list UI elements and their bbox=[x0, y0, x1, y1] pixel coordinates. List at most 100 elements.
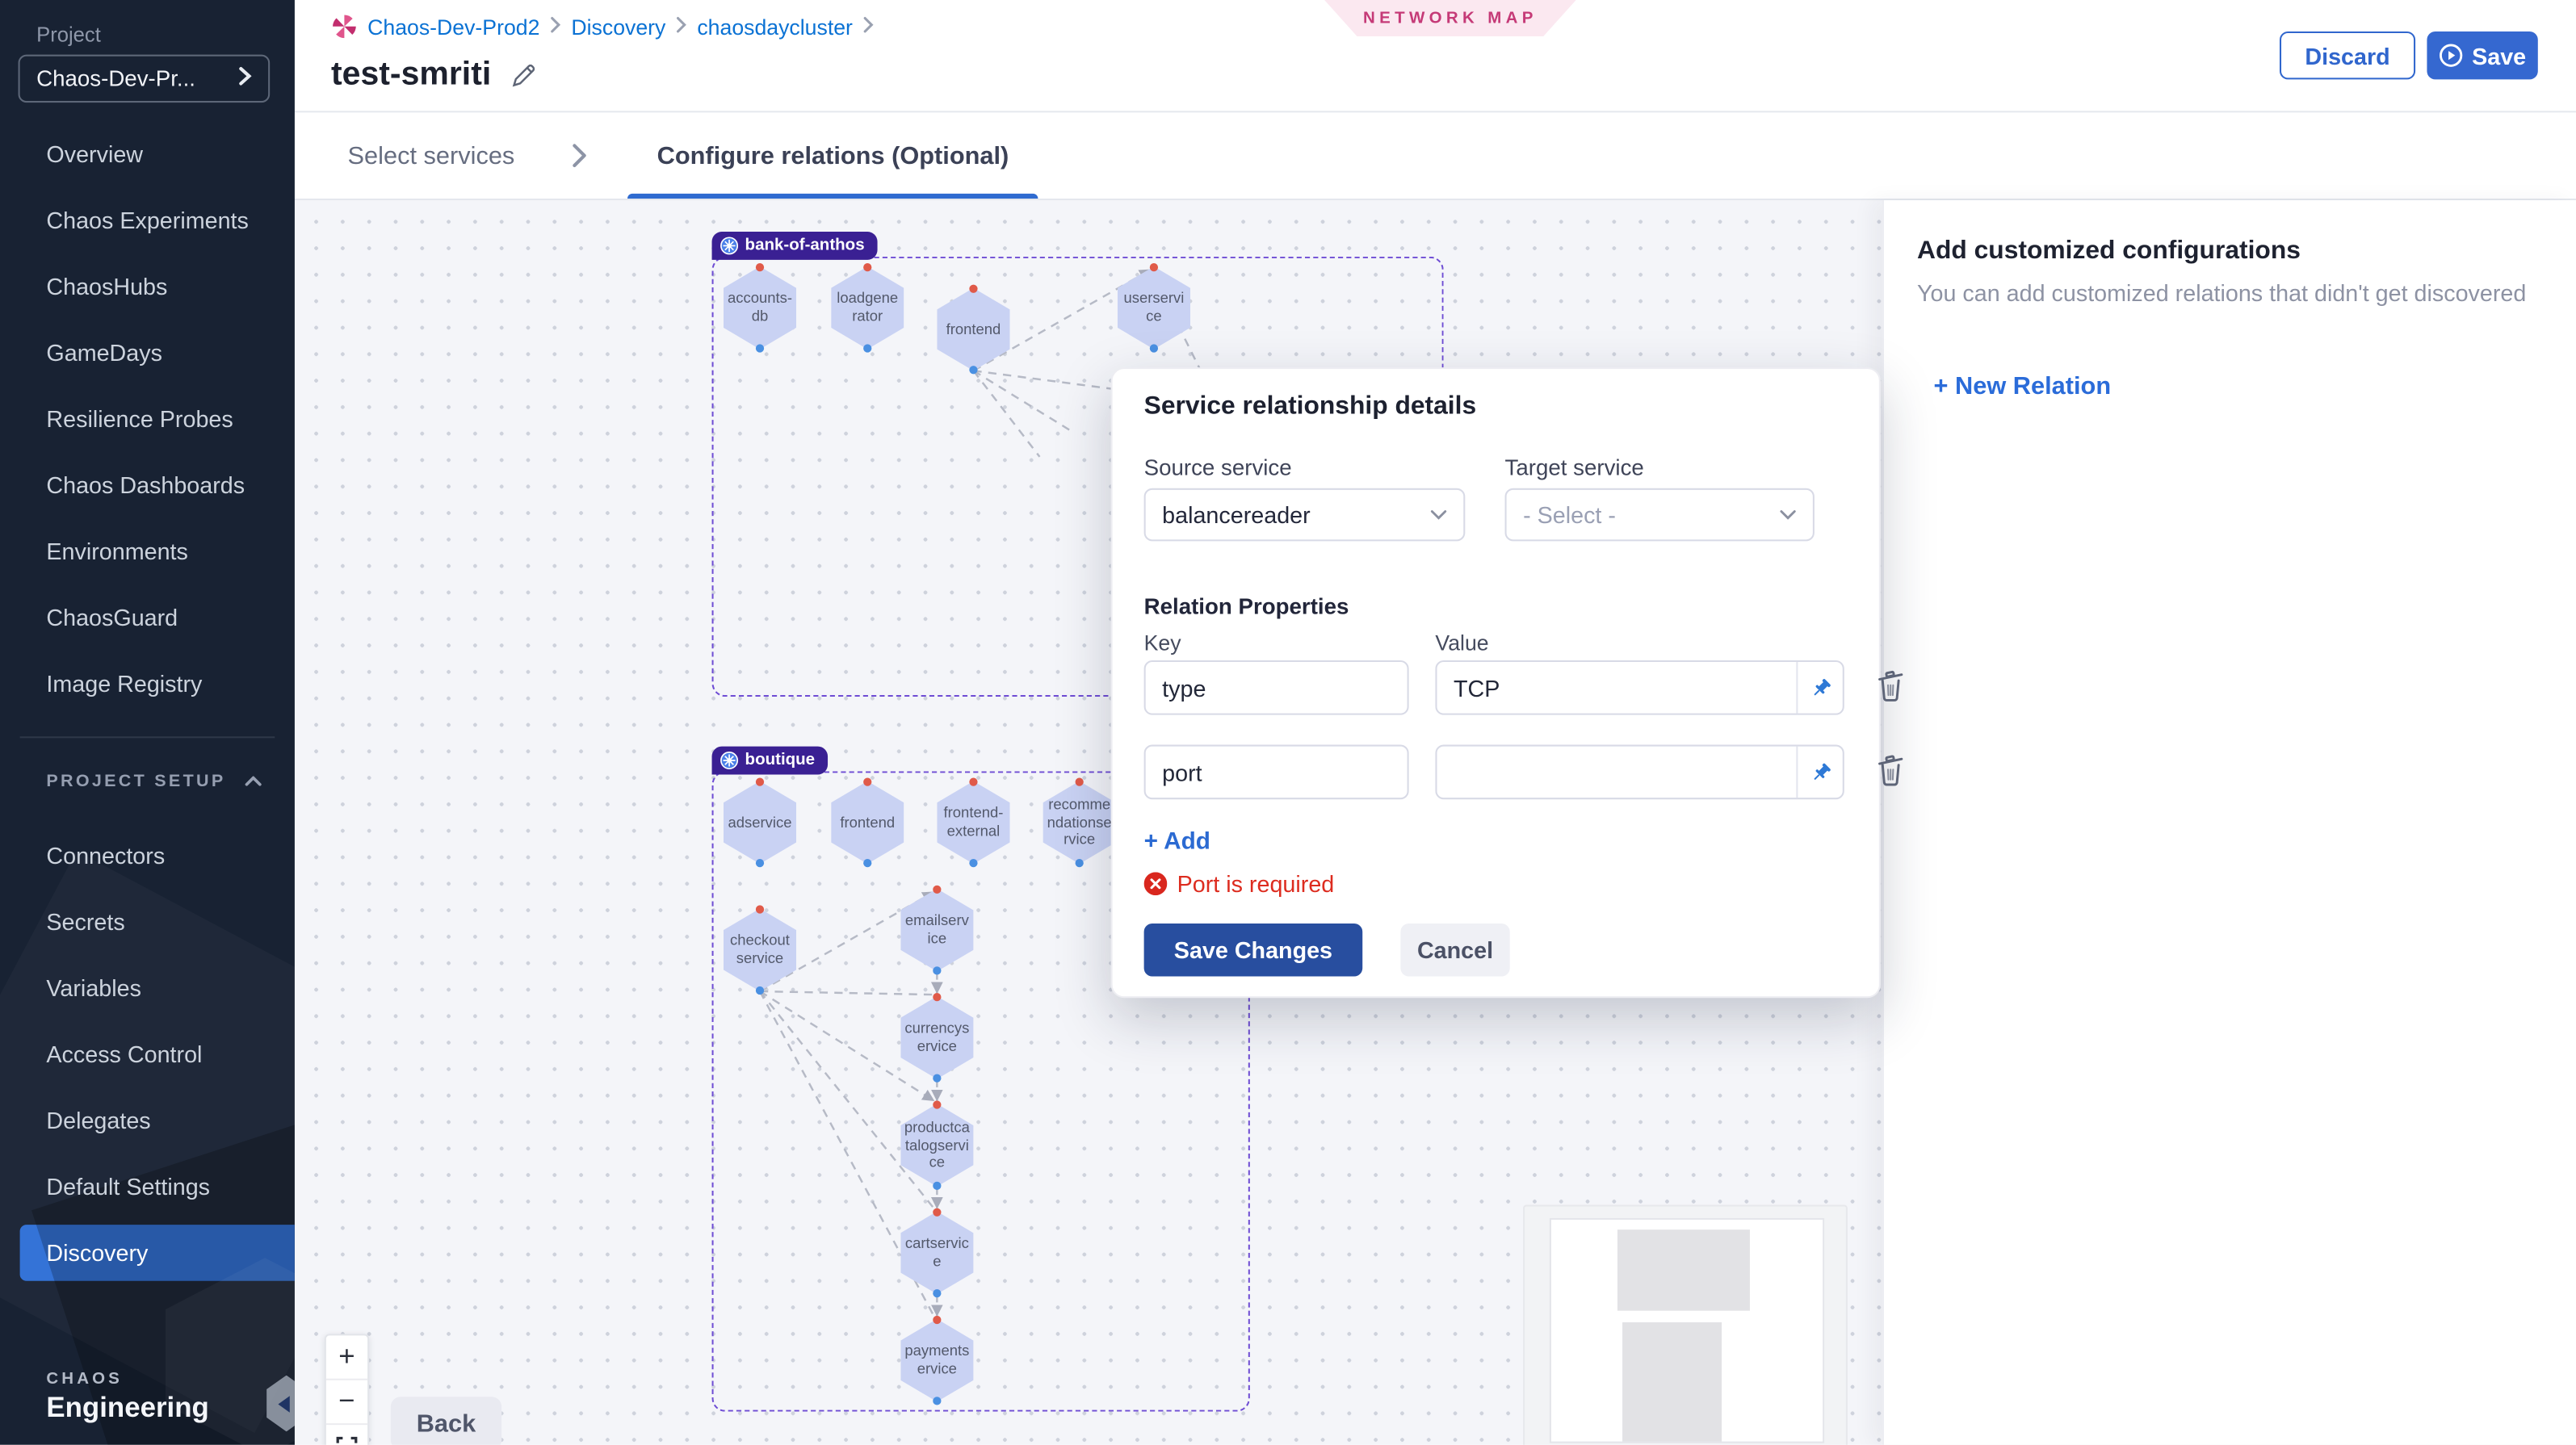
port-dot-blue[interactable] bbox=[863, 344, 871, 352]
target-service-select[interactable]: - Select - bbox=[1505, 488, 1815, 542]
port-dot-red[interactable] bbox=[1150, 263, 1158, 271]
pushpin-icon bbox=[1809, 676, 1832, 699]
minimap[interactable] bbox=[1523, 1204, 1848, 1444]
port-dot-red[interactable] bbox=[969, 778, 977, 786]
pin-button[interactable] bbox=[1796, 747, 1842, 798]
key-input-row2[interactable]: port bbox=[1144, 745, 1409, 800]
port-dot-red[interactable] bbox=[933, 1316, 941, 1324]
sidebar-item-default-settings[interactable]: Default Settings bbox=[0, 1154, 295, 1220]
fullscreen-button[interactable] bbox=[326, 1425, 367, 1445]
breadcrumb-link-project[interactable]: Chaos-Dev-Prod2 bbox=[367, 14, 539, 39]
breadcrumb-link-cluster[interactable]: chaosdaycluster bbox=[697, 14, 853, 39]
service-node-currencyservice[interactable]: currencyservice bbox=[900, 996, 973, 1079]
port-dot-blue[interactable] bbox=[1150, 344, 1158, 352]
port-dot-red[interactable] bbox=[863, 263, 871, 271]
service-node-frontend-external[interactable]: frontend-external bbox=[937, 781, 1009, 865]
tab-configure-relations[interactable]: Configure relations (Optional) bbox=[627, 112, 1038, 199]
zoom-out-button[interactable]: − bbox=[326, 1380, 367, 1425]
port-dot-red[interactable] bbox=[756, 905, 764, 913]
project-selector[interactable]: Chaos-Dev-Pr... bbox=[19, 55, 271, 103]
service-node-label: loadgenerator bbox=[834, 273, 900, 342]
zoom-in-button[interactable]: + bbox=[326, 1335, 367, 1380]
service-node-paymentservice[interactable]: paymentservice bbox=[900, 1319, 973, 1402]
back-button[interactable]: Back bbox=[391, 1397, 501, 1444]
sidebar-item-delegates[interactable]: Delegates bbox=[0, 1087, 295, 1154]
cancel-button[interactable]: Cancel bbox=[1400, 924, 1509, 977]
port-dot-red[interactable] bbox=[969, 285, 977, 293]
sidebar-item-image-registry[interactable]: Image Registry bbox=[0, 651, 295, 717]
port-dot-blue[interactable] bbox=[933, 1074, 941, 1083]
source-service-select[interactable]: balancereader bbox=[1144, 488, 1466, 542]
edit-pencil-icon[interactable] bbox=[511, 63, 536, 88]
service-node-checkoutservice[interactable]: checkoutservice bbox=[724, 909, 796, 992]
service-node-accounts-db[interactable]: accounts-db bbox=[724, 266, 796, 350]
service-node-cartservice[interactable]: cartservice bbox=[900, 1212, 973, 1295]
key-input-row1[interactable]: type bbox=[1144, 660, 1409, 715]
port-dot-red[interactable] bbox=[756, 778, 764, 786]
delete-row-button[interactable] bbox=[1874, 667, 1907, 703]
delete-row-button[interactable] bbox=[1874, 752, 1907, 788]
port-dot-blue[interactable] bbox=[863, 859, 871, 867]
project-selector-value: Chaos-Dev-Pr... bbox=[36, 66, 238, 91]
service-node-label: frontend bbox=[834, 788, 900, 857]
sidebar-item-discovery[interactable]: Discovery bbox=[0, 1220, 295, 1286]
target-service-label: Target service bbox=[1505, 455, 1644, 480]
port-dot-red[interactable] bbox=[933, 1100, 941, 1108]
port-dot-blue[interactable] bbox=[933, 1182, 941, 1190]
key-column-label: Key bbox=[1144, 630, 1181, 655]
port-dot-blue[interactable] bbox=[933, 1289, 941, 1297]
port-dot-blue[interactable] bbox=[969, 859, 977, 867]
cluster-tag-boutique[interactable]: boutique bbox=[712, 747, 829, 775]
validation-error: Port is required bbox=[1144, 870, 1335, 897]
port-dot-red[interactable] bbox=[933, 886, 941, 894]
port-dot-red[interactable] bbox=[1076, 778, 1084, 786]
sidebar-item-variables[interactable]: Variables bbox=[0, 955, 295, 1021]
service-node-loadgenerator[interactable]: loadgenerator bbox=[831, 266, 904, 350]
sidebar-item-gamedays[interactable]: GameDays bbox=[0, 320, 295, 386]
sidebar-item-environments[interactable]: Environments bbox=[0, 518, 295, 584]
service-node-recommendationservice[interactable]: recommendationservice bbox=[1043, 781, 1116, 865]
project-setup-section-header[interactable]: PROJECT SETUP bbox=[46, 771, 262, 791]
sidebar-item-connectors[interactable]: Connectors bbox=[0, 823, 295, 889]
add-property-button[interactable]: + Add bbox=[1144, 829, 1210, 856]
service-node-userservice[interactable]: userservice bbox=[1118, 266, 1190, 350]
port-dot-red[interactable] bbox=[933, 993, 941, 1001]
new-relation-button[interactable]: + New Relation bbox=[1934, 372, 2112, 400]
sidebar-item-chaos-experiments[interactable]: Chaos Experiments bbox=[0, 187, 295, 253]
service-node-frontend-boutique[interactable]: frontend bbox=[831, 781, 904, 865]
chevron-right-icon bbox=[571, 142, 588, 169]
discard-button[interactable]: Discard bbox=[2280, 31, 2415, 79]
service-node-label: emailservice bbox=[904, 895, 970, 965]
service-node-frontend-bank[interactable]: frontend bbox=[937, 288, 1009, 371]
sidebar-item-chaoshubs[interactable]: ChaosHubs bbox=[0, 253, 295, 320]
sidebar-item-chaosguard[interactable]: ChaosGuard bbox=[0, 584, 295, 651]
chevron-separator-icon bbox=[676, 17, 687, 39]
port-dot-blue[interactable] bbox=[756, 859, 764, 867]
value-input-row1[interactable]: TCP bbox=[1435, 660, 1844, 715]
tab-select-services[interactable]: Select services bbox=[331, 112, 531, 199]
sidebar-item-chaos-dashboards[interactable]: Chaos Dashboards bbox=[0, 452, 295, 518]
port-dot-blue[interactable] bbox=[933, 966, 941, 974]
save-changes-button[interactable]: Save Changes bbox=[1144, 924, 1363, 977]
pin-button[interactable] bbox=[1796, 662, 1842, 714]
service-node-productcatalogservice[interactable]: productcatalogservice bbox=[900, 1104, 973, 1187]
sidebar-item-overview[interactable]: Overview bbox=[0, 121, 295, 187]
sidebar: Project Chaos-Dev-Pr... Overview Chaos E… bbox=[0, 0, 295, 1445]
port-dot-blue[interactable] bbox=[969, 366, 977, 374]
port-dot-blue[interactable] bbox=[1076, 859, 1084, 867]
port-dot-blue[interactable] bbox=[933, 1397, 941, 1405]
port-dot-red[interactable] bbox=[933, 1208, 941, 1217]
port-dot-red[interactable] bbox=[756, 263, 764, 271]
value-input-row2[interactable] bbox=[1435, 745, 1844, 800]
service-node-emailservice[interactable]: emailservice bbox=[900, 889, 973, 972]
breadcrumb-link-discovery[interactable]: Discovery bbox=[571, 14, 665, 39]
port-dot-blue[interactable] bbox=[756, 986, 764, 995]
cluster-tag-bank-of-anthos[interactable]: bank-of-anthos bbox=[712, 232, 878, 260]
sidebar-item-resilience-probes[interactable]: Resilience Probes bbox=[0, 386, 295, 452]
save-button[interactable]: Save bbox=[2427, 31, 2537, 79]
sidebar-item-secrets[interactable]: Secrets bbox=[0, 889, 295, 955]
sidebar-item-access-control[interactable]: Access Control bbox=[0, 1021, 295, 1087]
port-dot-blue[interactable] bbox=[756, 344, 764, 352]
service-node-adservice[interactable]: adservice bbox=[724, 781, 796, 865]
port-dot-red[interactable] bbox=[863, 778, 871, 786]
